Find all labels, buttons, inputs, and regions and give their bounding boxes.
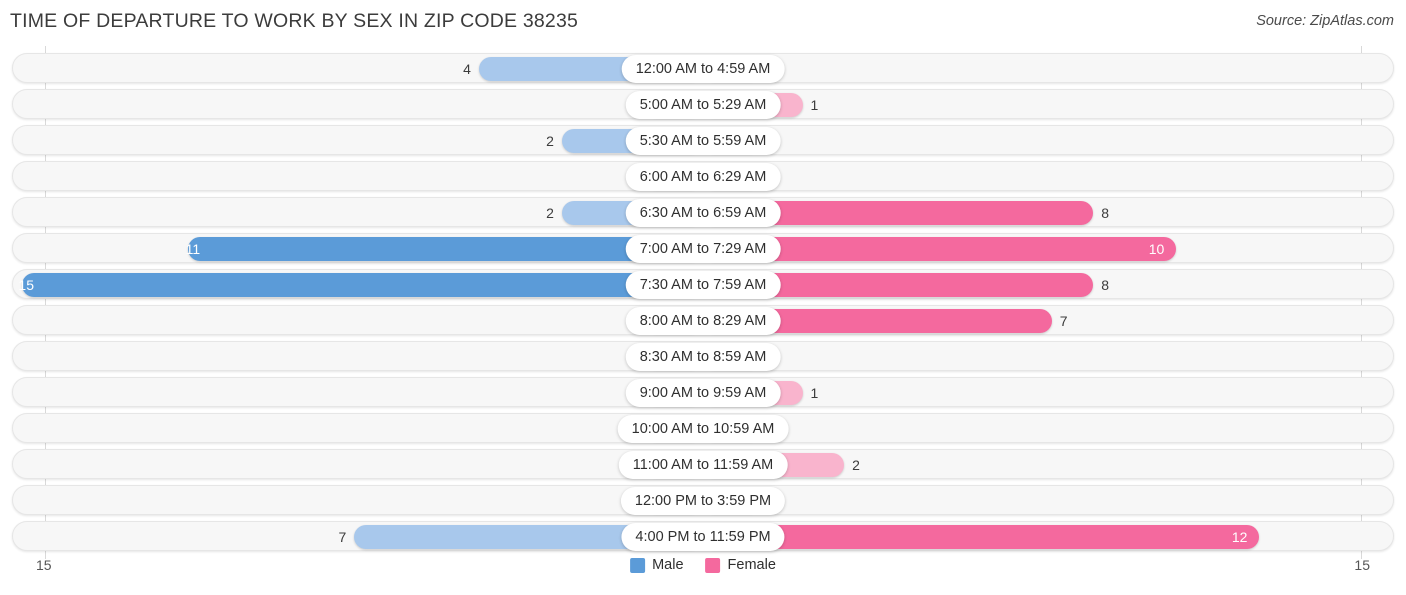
bar-value-male: 2 [546, 205, 554, 221]
table-row[interactable]: 008:30 AM to 8:59 AM [12, 341, 1394, 371]
table-row[interactable]: 078:00 AM to 8:29 AM [12, 305, 1394, 335]
axis-tick-left: 15 [36, 557, 52, 573]
category-label: 11:00 AM to 11:59 AM [618, 451, 788, 479]
axis-line-right [1361, 46, 1362, 559]
chart-plot-area: 4012:00 AM to 4:59 AM015:00 AM to 5:29 A… [0, 46, 1406, 559]
legend-swatch-icon [630, 557, 646, 573]
bar-value-male: 15 [18, 277, 34, 293]
table-row[interactable]: 15 8 7:30 AM to 7:59 AM [12, 269, 1394, 299]
category-label: 12:00 PM to 3:59 PM [620, 487, 786, 515]
table-row[interactable]: 0211:00 AM to 11:59 AM [12, 449, 1394, 479]
legend-swatch-icon [705, 557, 721, 573]
page-title: TIME OF DEPARTURE TO WORK BY SEX IN ZIP … [10, 10, 579, 32]
legend-label: Female [727, 557, 776, 573]
bar-value-female: 1 [810, 97, 819, 113]
bar-female[interactable] [703, 525, 1260, 549]
chart-page: TIME OF DEPARTURE TO WORK BY SEX IN ZIP … [0, 0, 1406, 595]
bar-value-male: 11 [185, 241, 201, 257]
category-label: 8:00 AM to 8:29 AM [625, 307, 781, 335]
category-label: 8:30 AM to 8:59 AM [625, 343, 781, 371]
table-row[interactable]: 7 12 4:00 PM to 11:59 PM [12, 521, 1394, 551]
bar-value-female: 2 [852, 457, 860, 473]
table-row[interactable]: 019:00 AM to 9:59 AM [12, 377, 1394, 407]
chart-footer: 15 15 Male Female [0, 551, 1406, 595]
category-label: 10:00 AM to 10:59 AM [617, 415, 789, 443]
table-row[interactable]: 0010:00 AM to 10:59 AM [12, 413, 1394, 443]
bar-value-male: 2 [546, 133, 554, 149]
category-label: 5:30 AM to 5:59 AM [625, 127, 781, 155]
bar-value-female: 7 [1059, 313, 1068, 329]
category-label: 7:00 AM to 7:29 AM [625, 235, 781, 263]
bar-value-female: 10 [1148, 241, 1165, 257]
bar-value-female: 12 [1231, 529, 1248, 545]
chart-header: TIME OF DEPARTURE TO WORK BY SEX IN ZIP … [0, 0, 1406, 46]
category-label: 5:00 AM to 5:29 AM [625, 91, 781, 119]
table-row[interactable]: 006:00 AM to 6:29 AM [12, 161, 1394, 191]
axis-line-left [45, 46, 46, 559]
bar-male[interactable] [22, 273, 703, 297]
table-row[interactable]: 0012:00 PM to 3:59 PM [12, 485, 1394, 515]
bar-value-female: 1 [810, 385, 819, 401]
legend-item-female[interactable]: Female [705, 557, 776, 573]
legend-label: Male [652, 557, 684, 573]
table-row[interactable]: 015:00 AM to 5:29 AM [12, 89, 1394, 119]
legend-item-male[interactable]: Male [630, 557, 684, 573]
table-row[interactable]: 205:30 AM to 5:59 AM [12, 125, 1394, 155]
bar-value-male: 4 [463, 61, 471, 77]
bar-value-female: 8 [1101, 205, 1110, 221]
category-label: 6:00 AM to 6:29 AM [625, 163, 781, 191]
category-label: 4:00 PM to 11:59 PM [621, 523, 785, 551]
table-row[interactable]: 11 10 7:00 AM to 7:29 AM [12, 233, 1394, 263]
category-label: 9:00 AM to 9:59 AM [625, 379, 781, 407]
category-label: 7:30 AM to 7:59 AM [625, 271, 781, 299]
table-row[interactable]: 2 8 6:30 AM to 6:59 AM [12, 197, 1394, 227]
source-attribution: Source: ZipAtlas.com [1256, 13, 1394, 29]
bar-value-female: 8 [1101, 277, 1110, 293]
category-label: 12:00 AM to 4:59 AM [621, 55, 785, 83]
bar-value-male: 7 [338, 529, 347, 545]
category-label: 6:30 AM to 6:59 AM [625, 199, 781, 227]
table-row[interactable]: 4012:00 AM to 4:59 AM [12, 53, 1394, 83]
axis-tick-right: 15 [1354, 557, 1370, 573]
chart-legend: Male Female [630, 557, 776, 573]
